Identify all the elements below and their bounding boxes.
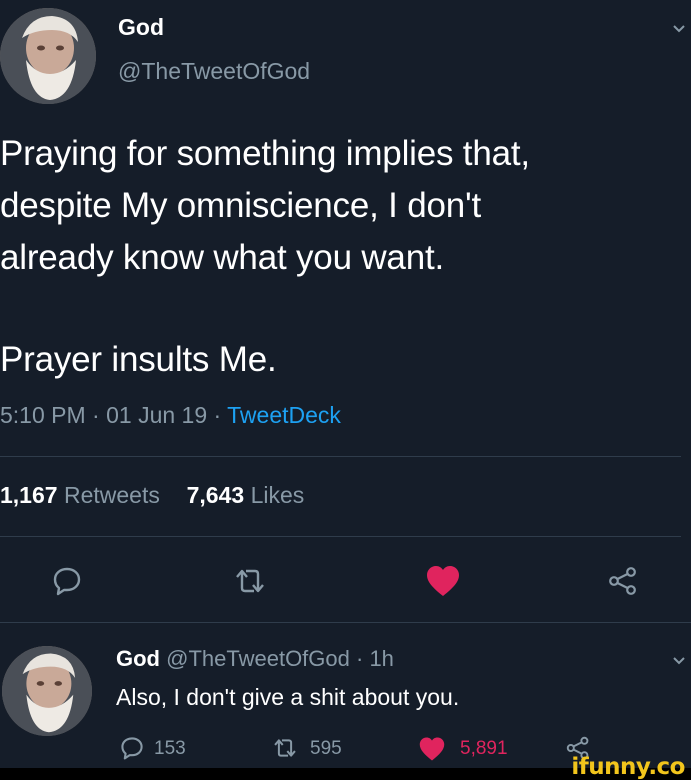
tweet-stats: 1,167 Retweets 7,643 Likes [0, 482, 304, 509]
chevron-down-icon[interactable] [672, 656, 686, 666]
chevron-down-icon[interactable] [672, 24, 686, 34]
like-count[interactable]: 7,643 [187, 482, 245, 508]
reply-age[interactable]: · 1h [356, 646, 394, 671]
tweet-meta: 5:10 PM · 01 Jun 19 · TweetDeck [0, 402, 341, 429]
like-label[interactable]: Likes [251, 482, 305, 508]
tweet-text-line: already know what you want. [0, 238, 445, 277]
handle[interactable]: @TheTweetOfGod [118, 58, 310, 85]
avatar[interactable] [0, 8, 96, 104]
source-link[interactable]: TweetDeck [227, 402, 341, 428]
tweet-text-paragraph-2: Prayer insults Me. [0, 340, 277, 379]
tweet-text-line: Praying for something implies that, [0, 134, 530, 173]
retweet-icon[interactable] [233, 566, 267, 596]
tweet-text: Praying for something implies that, desp… [0, 128, 691, 284]
share-icon[interactable] [608, 566, 638, 596]
reply-display-name[interactable]: God [116, 646, 160, 671]
retweet-label[interactable]: Retweets [64, 482, 160, 508]
divider [0, 622, 691, 623]
heart-icon[interactable] [425, 564, 461, 598]
reply-icon[interactable] [120, 736, 144, 760]
ifunny-watermark: ifunny.co [571, 754, 685, 780]
retweet-icon[interactable] [272, 736, 298, 760]
reply-retweet-count[interactable]: 595 [310, 738, 342, 760]
reply-reply-count[interactable]: 153 [154, 738, 186, 760]
heart-icon[interactable] [418, 736, 446, 762]
retweet-count[interactable]: 1,167 [0, 482, 58, 508]
reply-text: Also, I don't give a shit about you. [116, 684, 460, 710]
display-name[interactable]: God [118, 14, 164, 41]
timestamp[interactable]: 5:10 PM · 01 Jun 19 · [0, 402, 227, 428]
reply-header: God @TheTweetOfGod · 1h [116, 646, 394, 672]
reply-like-count[interactable]: 5,891 [460, 738, 508, 760]
avatar-image [2, 646, 92, 736]
divider [0, 536, 681, 537]
reply-avatar[interactable] [2, 646, 92, 736]
tweet-text-line: despite My omniscience, I don't [0, 186, 481, 225]
reply-handle[interactable]: @TheTweetOfGod [166, 646, 350, 671]
divider [0, 456, 681, 457]
avatar-image [0, 8, 96, 104]
reply-icon[interactable] [52, 566, 82, 596]
